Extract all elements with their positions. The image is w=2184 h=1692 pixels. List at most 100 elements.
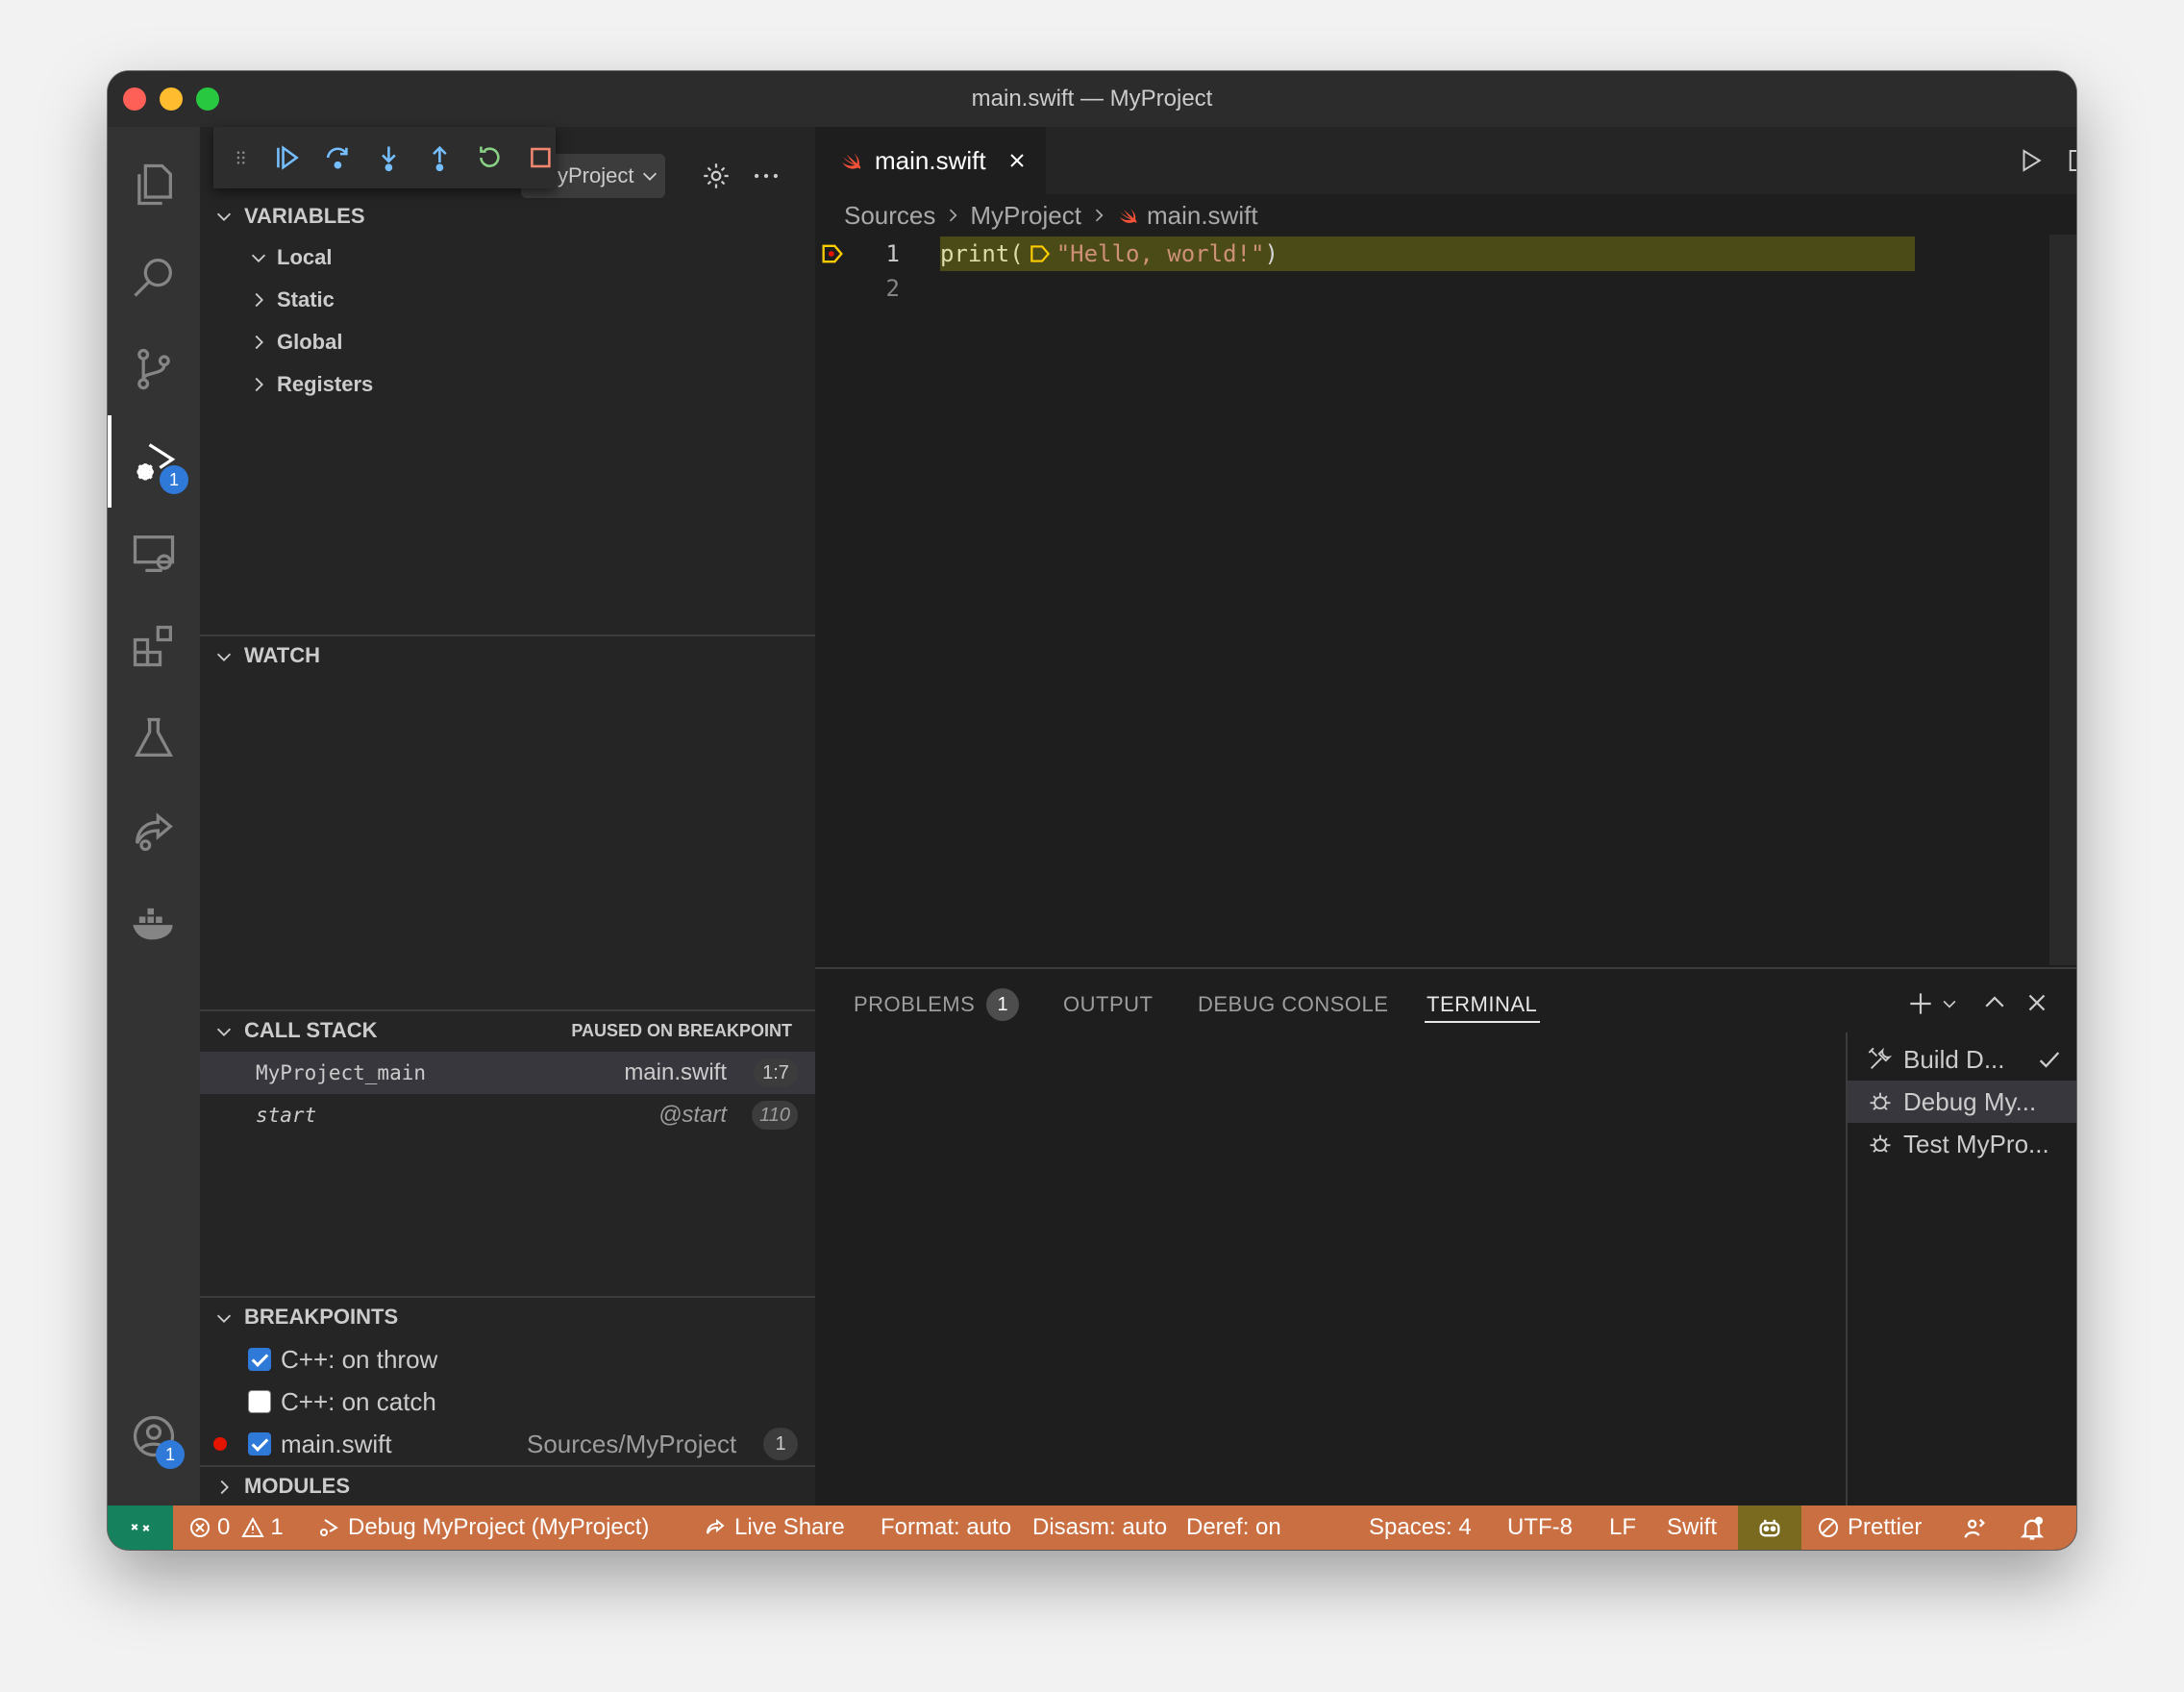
continue-icon[interactable] — [272, 142, 302, 173]
terminal-item[interactable]: Test MyPro... — [1848, 1123, 2076, 1165]
tab-problems[interactable]: PROBLEMS — [854, 992, 975, 1017]
code-line[interactable]: 1 print( "Hello, world!" ) — [815, 236, 2076, 271]
explorer-button[interactable] — [108, 138, 200, 231]
chevron-down-icon[interactable] — [1940, 994, 1959, 1013]
files-icon — [137, 163, 172, 206]
call-stack-frame[interactable]: start @start 110 — [200, 1094, 815, 1136]
swift-file-icon — [842, 153, 861, 169]
restart-icon[interactable] — [475, 142, 505, 173]
tree-label: Local — [277, 245, 333, 269]
debug-badge: 1 — [160, 465, 188, 494]
split-editor-icon[interactable] — [2067, 146, 2076, 175]
terminal-label: Debug My... — [1903, 1086, 2037, 1116]
search-button[interactable] — [108, 231, 200, 323]
run-debug-button[interactable]: 1 — [108, 415, 200, 508]
modules-section-header[interactable]: MODULES — [200, 1465, 815, 1505]
close-icon[interactable] — [1005, 149, 1029, 172]
variables-title: VARIABLES — [244, 204, 365, 228]
debug-status[interactable]: Debug MyProject (MyProject) — [317, 1505, 649, 1550]
breakpoint-item[interactable]: C++: on throw — [200, 1338, 815, 1381]
accounts-button[interactable]: 1 — [108, 1390, 200, 1482]
more-actions-icon[interactable] — [750, 160, 782, 192]
stop-icon[interactable] — [526, 142, 556, 173]
feedback-icon[interactable] — [1961, 1515, 1988, 1542]
watch-title: WATCH — [244, 643, 321, 667]
run-icon[interactable] — [2017, 146, 2046, 175]
maximize-panel-icon[interactable] — [1980, 988, 2009, 1017]
problems-status[interactable]: 0 1 — [188, 1505, 284, 1550]
indentation-status[interactable]: Spaces: 4 — [1369, 1505, 1472, 1550]
tab-output[interactable]: OUTPUT — [1063, 992, 1153, 1017]
terminal-item[interactable]: Debug My... — [1848, 1081, 2076, 1123]
variables-item-static[interactable]: Static — [200, 279, 815, 321]
call-stack-frame[interactable]: MyProject_main main.swift 1:7 — [200, 1052, 815, 1094]
debug-config-label: yProject — [558, 163, 634, 187]
disasm-status[interactable]: Disasm: auto — [1032, 1505, 1167, 1550]
code-function: print( — [940, 240, 1024, 267]
prettier-status[interactable]: Prettier — [1817, 1505, 1922, 1550]
docker-icon — [133, 908, 173, 940]
breakpoint-checkbox[interactable] — [248, 1348, 271, 1371]
remote-indicator[interactable] — [108, 1505, 173, 1550]
notifications-bell-icon[interactable] — [2019, 1515, 2046, 1542]
breakpoint-checkbox[interactable] — [248, 1390, 271, 1413]
variables-item-registers[interactable]: Registers — [200, 363, 815, 406]
breakpoint-current-icon[interactable] — [819, 240, 846, 267]
testing-button[interactable] — [108, 692, 200, 784]
breakpoint-checkbox[interactable] — [248, 1432, 271, 1456]
deref-status[interactable]: Deref: on — [1186, 1505, 1281, 1550]
drag-handle-icon[interactable] — [231, 142, 251, 173]
breakpoint-item[interactable]: C++: on catch — [200, 1381, 815, 1423]
variables-item-global[interactable]: Global — [200, 321, 815, 363]
copilot-icon — [1759, 1519, 1780, 1537]
eol-status[interactable]: LF — [1609, 1505, 1636, 1550]
close-window-button[interactable] — [123, 87, 146, 111]
tab-debug-console[interactable]: DEBUG CONSOLE — [1198, 992, 1388, 1017]
encoding-status[interactable]: UTF-8 — [1507, 1505, 1573, 1550]
editor-tab-bar: main.swift — [815, 127, 2076, 194]
remote-explorer-button[interactable] — [108, 508, 200, 600]
line-number: 2 — [885, 275, 900, 302]
breadcrumb-item[interactable]: Sources — [844, 201, 935, 231]
editor-scrollbar[interactable] — [2049, 235, 2076, 965]
extensions-button[interactable] — [108, 600, 200, 692]
live-share-button[interactable] — [108, 784, 200, 877]
inline-breakpoint-icon[interactable] — [1028, 241, 1053, 266]
breakpoint-label: main.swift — [281, 1429, 392, 1458]
call-stack-section-header[interactable]: CALL STACK PAUSED ON BREAKPOINT — [200, 1009, 815, 1050]
minimize-window-button[interactable] — [160, 87, 183, 111]
zoom-window-button[interactable] — [196, 87, 219, 111]
code-paren: ) — [1264, 240, 1278, 267]
title-bar: main.swift — MyProject — [108, 71, 2076, 127]
live-share-status[interactable]: Live Share — [704, 1505, 845, 1550]
tab-terminal[interactable]: TERMINAL — [1427, 992, 1537, 1017]
chevron-right-icon — [255, 335, 263, 350]
new-terminal-icon[interactable] — [1905, 988, 1936, 1019]
chevron-down-icon — [216, 653, 232, 661]
breakpoint-item[interactable]: main.swift Sources/MyProject 1 — [200, 1423, 815, 1465]
terminal-item[interactable]: Build D... — [1848, 1038, 2076, 1081]
tab-label: main.swift — [875, 145, 986, 175]
step-out-icon[interactable] — [425, 142, 455, 173]
language-status[interactable]: Swift — [1667, 1505, 1717, 1550]
watch-section-header[interactable]: WATCH — [200, 634, 815, 675]
variables-section-header[interactable]: VARIABLES — [200, 196, 815, 236]
tab-main-swift[interactable]: main.swift — [815, 127, 1046, 194]
source-control-button[interactable] — [108, 323, 200, 415]
close-panel-icon[interactable] — [2023, 988, 2051, 1017]
variables-item-local[interactable]: Local — [200, 236, 815, 279]
breakpoints-section-header[interactable]: BREAKPOINTS — [200, 1296, 815, 1336]
frame-function: start — [256, 1104, 317, 1127]
debug-settings-gear-icon[interactable] — [700, 160, 732, 192]
code-line[interactable]: 2 — [815, 271, 2076, 306]
docker-button[interactable] — [108, 877, 200, 969]
breadcrumb-item[interactable]: main.swift — [1147, 201, 1258, 231]
breadcrumb-item[interactable]: MyProject — [970, 201, 1081, 231]
step-into-icon[interactable] — [374, 142, 404, 173]
frame-file: @start — [658, 1102, 727, 1128]
copilot-status[interactable] — [1738, 1505, 1801, 1550]
call-stack-status: PAUSED ON BREAKPOINT — [571, 1020, 792, 1040]
step-over-icon[interactable] — [323, 142, 353, 173]
format-status[interactable]: Format: auto — [881, 1505, 1011, 1550]
debug-toolbar — [213, 127, 556, 188]
